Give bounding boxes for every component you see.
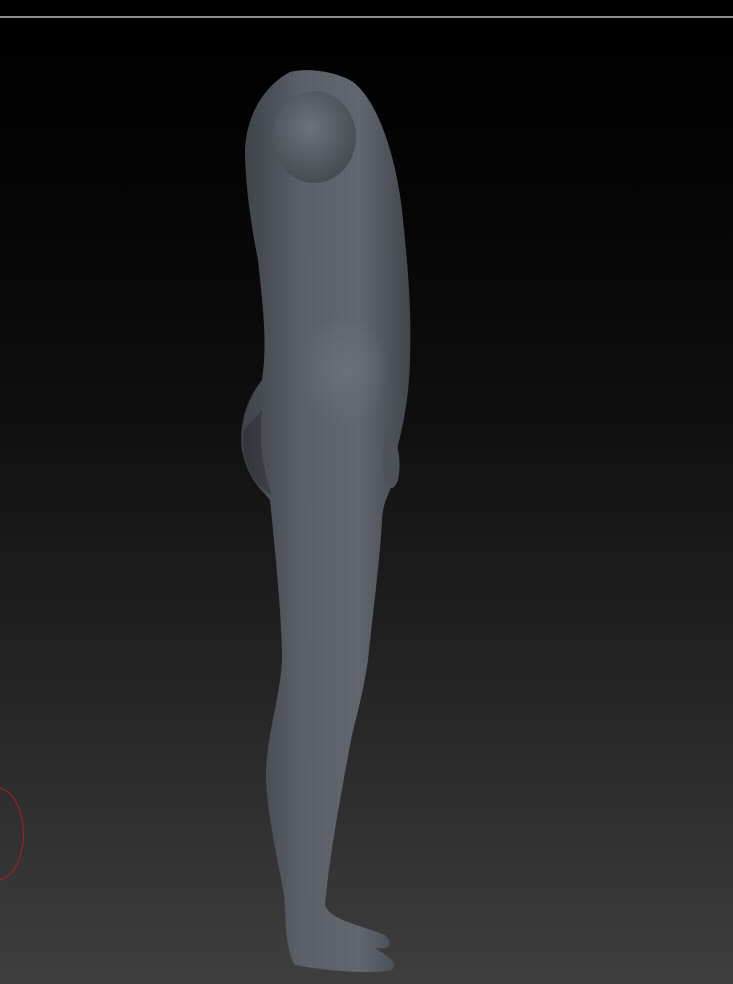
belly-highlight	[300, 315, 390, 425]
wireframe-overlay	[241, 70, 411, 973]
sculpt-viewport[interactable]	[0, 0, 733, 984]
sculpt-model[interactable]	[0, 0, 733, 984]
shoulder-stub[interactable]	[272, 91, 356, 183]
